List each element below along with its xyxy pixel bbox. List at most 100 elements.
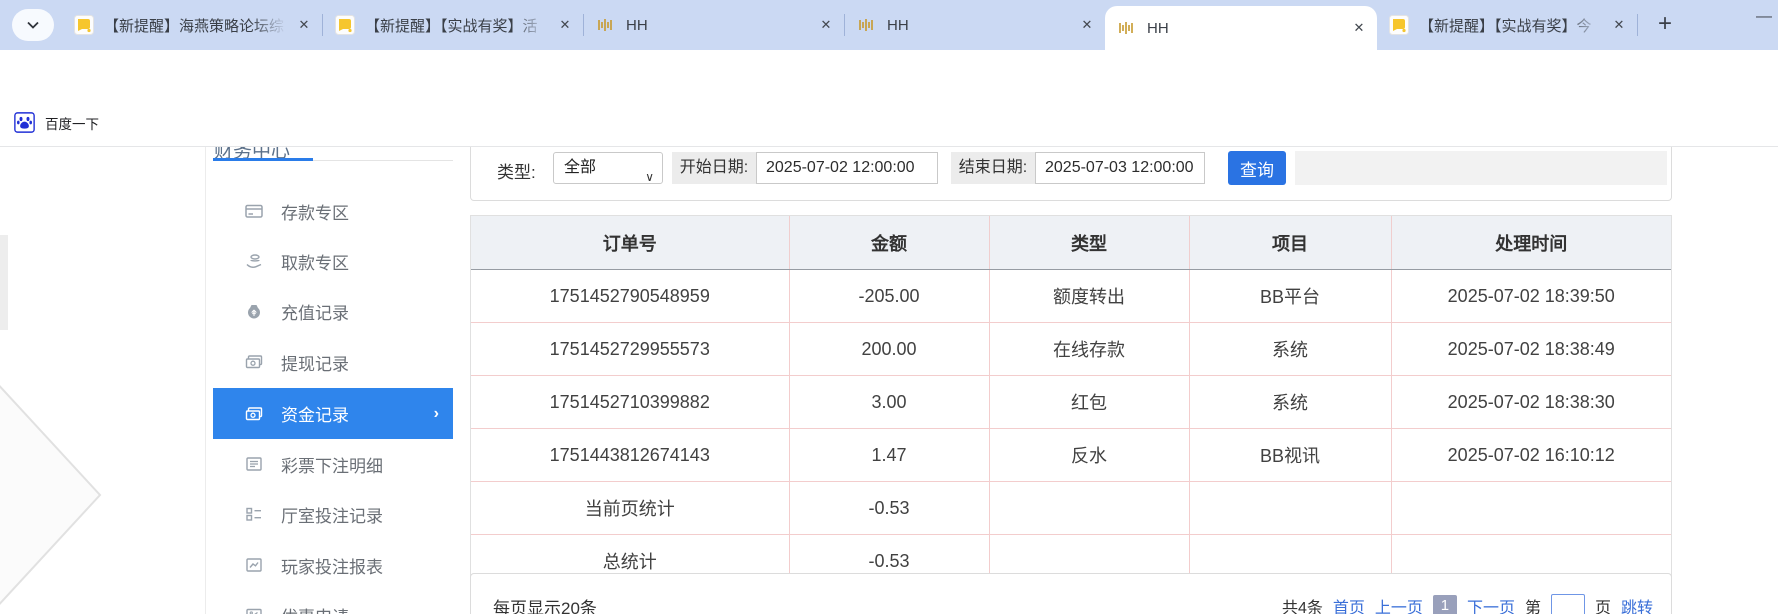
browser-window: 【新提醒】海燕策略论坛综 ✕ 【新提醒】【实战有奖】活 ✕ HH ✕ HH ✕ [0,0,1778,614]
withdraw-hand-icon [245,252,263,270]
sidebar-item-lottery-bet-detail[interactable]: 彩票下注明细 [213,439,453,489]
tab-search-button[interactable] [12,9,54,41]
tab-title: 【新提醒】【实战有奖】今 [1419,15,1607,36]
prev-page-link[interactable]: 上一页 [1375,594,1423,614]
sidebar-item-label: 存款专区 [281,199,349,224]
first-page-link[interactable]: 首页 [1333,594,1365,614]
page-watermark-triangle [0,380,110,610]
query-button[interactable]: 查询 [1228,151,1286,185]
window-minimize-button[interactable]: — [1756,8,1772,26]
cell-process-time: 2025-07-02 18:38:30 [1391,376,1671,429]
hh-gold-favicon-icon [857,15,877,35]
cell-amount: -0.53 [789,482,989,535]
tab-close-icon[interactable]: ✕ [1607,13,1631,37]
total-count-label: 共4条 [1282,594,1323,614]
cell-summary-label: 当前页统计 [471,482,789,535]
funds-notes-icon [245,405,263,423]
jump-suffix-label: 页 [1595,594,1611,614]
sidebar-item-recharge-records[interactable]: 充值记录 [213,286,453,336]
cell-type: 在线存款 [989,323,1189,376]
start-date-input[interactable] [756,152,938,184]
forum-favicon-icon [335,15,355,35]
cell-project [1189,482,1391,535]
tab-hh-1[interactable]: HH ✕ [584,0,844,50]
sidebar-item-label: 玩家投注报表 [281,553,383,578]
sidebar-left-border [205,147,206,614]
cell-process-time [1391,482,1671,535]
sidebar-item-label: 优惠申请 [281,603,349,614]
tabs-container: 【新提醒】海燕策略论坛综 ✕ 【新提醒】【实战有奖】活 ✕ HH ✕ HH ✕ [62,0,1680,50]
tab-forum-3[interactable]: 【新提醒】【实战有奖】今 ✕ [1377,0,1637,50]
sidebar-item-label: 充值记录 [281,299,349,324]
sidebar-item-room-bet-records[interactable]: 厅室投注记录 [213,489,453,539]
page-size-label: 每页显示20条 [493,594,597,614]
cell-amount: 1.47 [789,429,989,482]
next-page-link[interactable]: 下一页 [1467,594,1515,614]
funds-records-table: 订单号 金额 类型 项目 处理时间 1751452790548959 -205.… [470,215,1672,588]
tab-title: HH [626,17,814,34]
promo-apply-icon [245,606,263,614]
forum-favicon-icon [74,15,94,35]
sidebar-item-deposit-zone[interactable]: 存款专区 [213,186,453,236]
tab-forum-2[interactable]: 【新提醒】【实战有奖】活 ✕ [323,0,583,50]
bookmarks-bar: 百度一下 [0,100,1778,147]
table-row-page-summary: 当前页统计 -0.53 [471,482,1671,535]
table-row: 1751452790548959 -205.00 额度转出 BB平台 2025-… [471,270,1671,323]
bookmark-baidu[interactable]: 百度一下 [14,112,99,133]
tab-forum-1[interactable]: 【新提醒】海燕策略论坛综 ✕ [62,0,322,50]
cell-project: 系统 [1189,376,1391,429]
sidebar-item-label: 厅室投注记录 [281,502,383,527]
table-header-row: 订单号 金额 类型 项目 处理时间 [471,216,1671,270]
tab-hh-active[interactable]: HH ✕ [1105,6,1377,50]
cell-process-time: 2025-07-02 16:10:12 [1391,429,1671,482]
sidebar-item-promo-apply[interactable]: 优惠申请 [213,590,453,614]
sidebar-item-withdrawal-records[interactable]: 提现记录 [213,337,453,387]
new-tab-button[interactable]: + [1650,10,1680,40]
cell-process-time: 2025-07-02 18:38:49 [1391,323,1671,376]
tab-close-icon[interactable]: ✕ [553,13,577,37]
cell-amount: -205.00 [789,270,989,323]
recharge-bag-icon [245,302,263,320]
tab-title: 【新提醒】【实战有奖】活 [365,15,553,36]
column-header-order-no: 订单号 [471,216,789,270]
deposit-card-icon [245,202,263,220]
hh-gold-favicon-icon [596,15,616,35]
type-select[interactable]: 全部 ∨ [553,152,663,184]
sidebar-item-funds-records[interactable]: 资金记录 › [213,388,453,439]
room-bet-icon [245,505,263,523]
page-watermark-strip [0,235,8,330]
tab-close-icon[interactable]: ✕ [1075,13,1099,37]
tab-close-icon[interactable]: ✕ [814,13,838,37]
bookmark-label[interactable]: 百度一下 [45,113,99,133]
page-jump-input[interactable] [1551,594,1585,614]
cell-type [989,482,1189,535]
filter-bar-gray-area [1295,151,1667,185]
jump-button[interactable]: 跳转 [1621,594,1653,614]
cell-order-no: 1751443812674143 [471,429,789,482]
cell-project: BB平台 [1189,270,1391,323]
end-date-label: 结束日期: [951,152,1035,184]
tab-hh-2[interactable]: HH ✕ [845,0,1105,50]
sidebar-item-label: 取款专区 [281,249,349,274]
type-select-value: 全部 [564,159,596,176]
sidebar-item-withdraw-zone[interactable]: 取款专区 [213,236,453,286]
baidu-paw-icon [14,112,35,133]
chevron-right-icon: › [434,405,439,423]
cell-type: 额度转出 [989,270,1189,323]
sidebar-item-player-bet-report[interactable]: 玩家投注报表 [213,540,453,590]
cell-order-no: 1751452710399882 [471,376,789,429]
cell-project: BB视讯 [1189,429,1391,482]
column-header-project: 项目 [1189,216,1391,270]
current-page-badge: 1 [1433,595,1457,614]
tab-title: 【新提醒】海燕策略论坛综 [104,15,292,36]
cell-order-no: 1751452790548959 [471,270,789,323]
tab-close-icon[interactable]: ✕ [292,13,316,37]
chevron-down-icon [26,18,40,32]
end-date-input[interactable] [1035,152,1205,184]
sidebar-item-label: 彩票下注明细 [281,452,383,477]
cell-type: 红包 [989,376,1189,429]
table-row: 1751452710399882 3.00 红包 系统 2025-07-02 1… [471,376,1671,429]
type-filter-label: 类型: [497,158,536,183]
sidebar-item-label: 资金记录 [281,401,349,426]
tab-close-icon[interactable]: ✕ [1347,16,1371,40]
